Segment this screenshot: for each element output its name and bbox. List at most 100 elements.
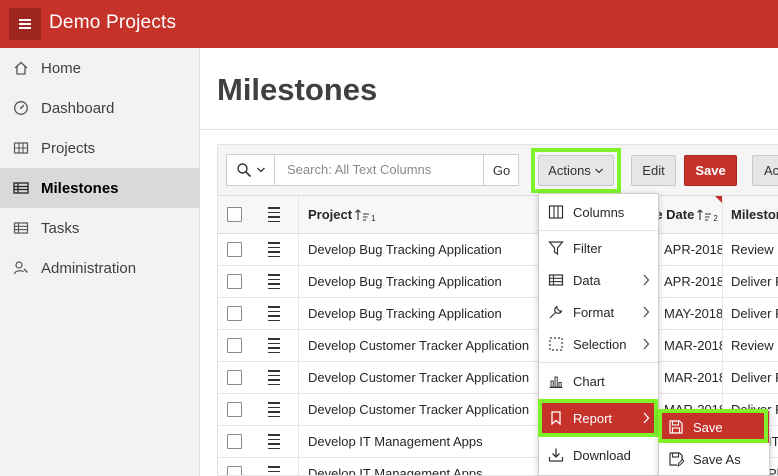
menu-item-filter[interactable]: Filter bbox=[539, 232, 658, 264]
column-divider bbox=[298, 330, 299, 361]
menu-lines-icon bbox=[268, 207, 280, 222]
row-actions-header bbox=[268, 196, 280, 233]
column-divider bbox=[722, 362, 723, 393]
go-button[interactable]: Go bbox=[483, 155, 519, 185]
table-row[interactable]: Develop Customer Tracker Application MAR… bbox=[218, 362, 778, 394]
selection-icon bbox=[547, 335, 565, 353]
column-divider bbox=[298, 394, 299, 425]
chevron-right-icon bbox=[643, 338, 650, 350]
app-title[interactable]: Demo Projects bbox=[49, 12, 176, 34]
sidebar-item-home[interactable]: Home bbox=[0, 48, 200, 88]
row-checkbox[interactable] bbox=[227, 370, 242, 385]
save-as-icon bbox=[667, 450, 685, 468]
column-header-project[interactable]: Project 1 bbox=[308, 196, 376, 233]
cell-milestone: Deliver F bbox=[731, 306, 778, 321]
save-button[interactable]: Save bbox=[684, 155, 737, 186]
menu-item-label: Format bbox=[573, 304, 615, 320]
column-header-milestone[interactable]: Mileston bbox=[731, 196, 778, 233]
search-input[interactable]: Search: All Text Columns bbox=[287, 162, 431, 177]
cell-milestone: Review F bbox=[731, 338, 778, 353]
sidebar-item-label: Tasks bbox=[41, 219, 80, 237]
row-actions-cell[interactable] bbox=[268, 362, 280, 393]
select-all-checkbox[interactable] bbox=[227, 207, 242, 222]
menu-item-label: Data bbox=[573, 272, 601, 288]
column-divider bbox=[722, 234, 723, 265]
menu-item-label: Columns bbox=[573, 204, 625, 220]
format-icon bbox=[547, 303, 565, 321]
row-actions-cell[interactable] bbox=[268, 426, 280, 457]
table-row[interactable]: Develop Bug Tracking Application MAY-201… bbox=[218, 298, 778, 330]
column-divider bbox=[298, 196, 299, 233]
table-row[interactable]: Develop Customer Tracker Application MAR… bbox=[218, 330, 778, 362]
sidebar-item-milestones[interactable]: Milestones bbox=[0, 168, 200, 208]
chevron-down-icon bbox=[256, 167, 265, 173]
menu-item-chart[interactable]: Chart bbox=[539, 365, 658, 397]
menu-item-label: Filter bbox=[573, 240, 602, 256]
tasks-icon bbox=[12, 219, 30, 237]
menu-item-columns[interactable]: Columns bbox=[539, 196, 658, 228]
columns-icon bbox=[547, 203, 565, 221]
column-divider bbox=[298, 298, 299, 329]
cell-due-date: MAR-2018 bbox=[664, 338, 722, 353]
row-checkbox[interactable] bbox=[227, 338, 242, 353]
row-checkbox[interactable] bbox=[227, 274, 242, 289]
sidebar-item-label: Projects bbox=[41, 139, 96, 157]
table-row[interactable]: Develop Bug Tracking Application APR-201… bbox=[218, 266, 778, 298]
row-checkbox[interactable] bbox=[227, 242, 242, 257]
sidebar-item-label: Administration bbox=[41, 259, 137, 277]
cell-due-date: APR-2018 bbox=[664, 274, 722, 289]
add-row-button[interactable]: Ac bbox=[752, 155, 778, 186]
menu-item-format[interactable]: Format bbox=[539, 296, 658, 328]
table-row[interactable]: Develop Bug Tracking Application APR-201… bbox=[218, 234, 778, 266]
edit-button[interactable]: Edit bbox=[631, 155, 676, 186]
flag-corner-icon bbox=[715, 196, 722, 203]
cell-due-date: MAR-2018 bbox=[664, 370, 722, 385]
menu-item-selection[interactable]: Selection bbox=[539, 328, 658, 360]
cell-milestone: Deliver F bbox=[731, 274, 778, 289]
row-actions-cell[interactable] bbox=[268, 330, 280, 361]
submenu-item-label: Save As bbox=[693, 451, 741, 467]
sidebar-item-dashboard[interactable]: Dashboard bbox=[0, 88, 200, 128]
data-icon bbox=[547, 271, 565, 289]
menu-item-data[interactable]: Data bbox=[539, 264, 658, 296]
row-checkbox[interactable] bbox=[227, 306, 242, 321]
menu-item-download[interactable]: Download bbox=[539, 439, 658, 471]
row-actions-cell[interactable] bbox=[268, 234, 280, 265]
chevron-right-icon bbox=[643, 306, 650, 318]
row-checkbox[interactable] bbox=[227, 466, 242, 475]
column-divider bbox=[298, 362, 299, 393]
sidebar-item-administration[interactable]: Administration bbox=[0, 248, 200, 288]
column-divider bbox=[722, 266, 723, 297]
dashboard-icon bbox=[12, 99, 30, 117]
cell-milestone: Deliver F bbox=[731, 370, 778, 385]
menu-lines-icon bbox=[268, 274, 280, 289]
column-divider bbox=[298, 426, 299, 457]
sidebar-item-label: Milestones bbox=[41, 179, 119, 197]
save-highlight bbox=[658, 409, 768, 443]
row-checkbox[interactable] bbox=[227, 402, 242, 417]
cell-milestone: Review E bbox=[731, 242, 778, 257]
column-divider bbox=[722, 330, 723, 361]
menu-lines-icon bbox=[268, 402, 280, 417]
sidebar-item-label: Home bbox=[41, 59, 82, 77]
sidebar-item-tasks[interactable]: Tasks bbox=[0, 208, 200, 248]
search-column-selector[interactable] bbox=[227, 155, 275, 185]
menu-lines-icon bbox=[268, 370, 280, 385]
row-checkbox[interactable] bbox=[227, 434, 242, 449]
search-icon bbox=[236, 163, 251, 178]
actions-button[interactable]: Actions bbox=[538, 155, 614, 186]
row-actions-cell[interactable] bbox=[268, 298, 280, 329]
milestones-icon bbox=[12, 179, 30, 197]
menu-toggle-button[interactable] bbox=[9, 8, 41, 40]
row-actions-cell[interactable] bbox=[268, 394, 280, 425]
sort-order-number: 1 bbox=[371, 214, 376, 223]
row-actions-cell[interactable] bbox=[268, 266, 280, 297]
top-header: Demo Projects bbox=[0, 0, 778, 48]
submenu-item-save-as[interactable]: Save As bbox=[659, 443, 769, 475]
hamburger-line bbox=[19, 19, 31, 21]
chevron-down-icon bbox=[594, 168, 603, 173]
column-divider bbox=[722, 298, 723, 329]
row-actions-cell[interactable] bbox=[268, 458, 280, 475]
select-all-cell[interactable] bbox=[227, 196, 242, 233]
sidebar-item-projects[interactable]: Projects bbox=[0, 128, 200, 168]
